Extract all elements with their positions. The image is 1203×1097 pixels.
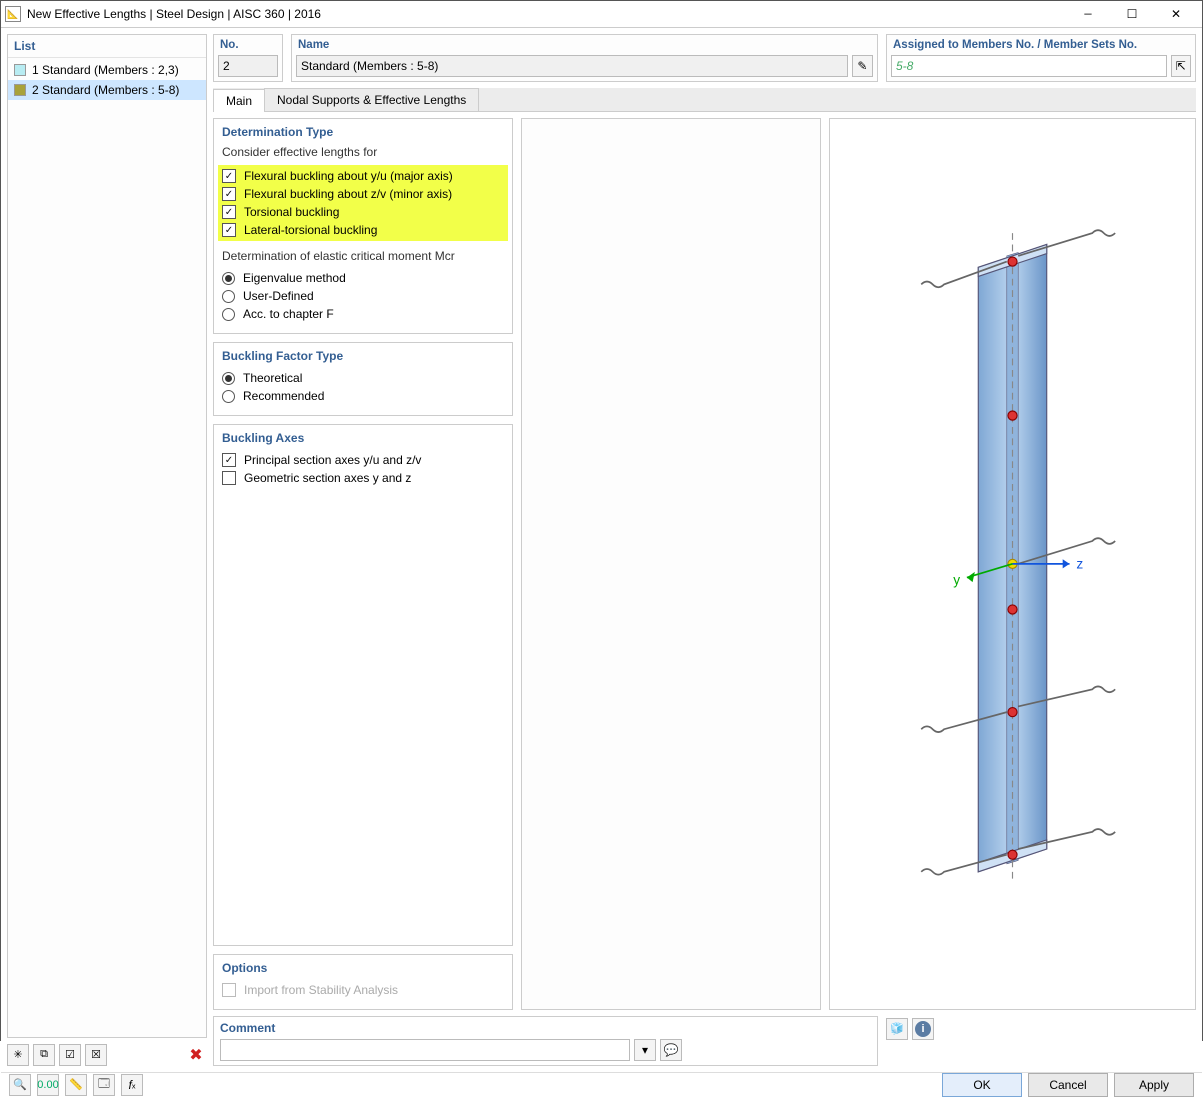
comment-dropdown-icon[interactable]: ▾ [634,1039,656,1061]
tab-bar: Main Nodal Supports & Effective Lengths [213,88,1196,112]
checkbox-icon [222,983,236,997]
script-icon[interactable]: fₓ [121,1074,143,1096]
assigned-label: Assigned to Members No. / Member Sets No… [891,37,1191,55]
app-icon: 📐 [5,6,21,22]
axis-y-label: y [953,572,960,587]
standard-icon[interactable]: 📏 [65,1074,87,1096]
radio-theoretical[interactable]: Theoretical [222,369,504,387]
options-title: Options [222,961,504,975]
new-icon[interactable]: ✳ [7,1044,29,1066]
radio-recommended[interactable]: Recommended [222,387,504,405]
radio-icon [222,290,235,303]
preview-3d[interactable]: z y [829,118,1196,1010]
dialog-window: 📐 New Effective Lengths | Steel Design |… [0,0,1203,1041]
radio-icon [222,390,235,403]
mcr-label: Determination of elastic critical moment… [222,249,504,263]
checkbox-icon [222,223,236,237]
copy-icon[interactable]: ⧉ [33,1044,55,1066]
list-toolbar: ✳ ⧉ ☑ ☒ ✖ [7,1042,207,1066]
consider-label: Consider effective lengths for [222,145,504,159]
determination-title: Determination Type [222,125,504,139]
radio-user-defined[interactable]: User-Defined [222,287,504,305]
comment-title: Comment [220,1021,871,1035]
checkbox-icon [222,187,236,201]
list-item-swatch [14,84,26,96]
checkbox-icon [222,169,236,183]
options-group: Options Import from Stability Analysis [213,954,513,1010]
radio-icon [222,372,235,385]
name-input[interactable] [296,55,848,77]
buckling-axes-title: Buckling Axes [222,431,504,445]
preview-tool-2-icon[interactable]: i [912,1018,934,1040]
list-item-label: 1 Standard (Members : 2,3) [32,63,179,77]
checkbox-icon [222,205,236,219]
assigned-field-group: Assigned to Members No. / Member Sets No… [886,34,1196,82]
delete-icon[interactable]: ✖ [185,1044,207,1066]
minimize-button[interactable]: — [1066,1,1110,27]
list-item[interactable]: 2 Standard (Members : 5-8) [8,80,206,100]
list-item-label: 2 Standard (Members : 5-8) [32,83,179,97]
check-import-stability: Import from Stability Analysis [222,981,504,999]
checkbox-icon [222,453,236,467]
apply-button[interactable]: Apply [1114,1073,1194,1097]
comment-input[interactable] [220,1039,630,1061]
check-geometric-axes[interactable]: Geometric section axes y and z [222,469,504,487]
radio-eigenvalue[interactable]: Eigenvalue method [222,269,504,287]
preview-tool-1-icon[interactable]: 🧊 [886,1018,908,1040]
pick-members-icon[interactable]: ⇱ [1171,55,1191,77]
titlebar: 📐 New Effective Lengths | Steel Design |… [1,1,1202,28]
name-label: Name [296,37,873,55]
check-principal-axes[interactable]: Principal section axes y/u and z/v [222,451,504,469]
window-title: New Effective Lengths | Steel Design | A… [27,7,1066,21]
check-torsional[interactable]: Torsional buckling [222,203,504,221]
dialog-footer: 🔍 0.00 📏 🗔 fₓ OK Cancel Apply [1,1072,1202,1097]
help-icon[interactable]: 🔍 [9,1074,31,1096]
cancel-button[interactable]: Cancel [1028,1073,1108,1097]
buckling-factor-title: Buckling Factor Type [222,349,504,363]
check-all-icon[interactable]: ☑ [59,1044,81,1066]
list-item[interactable]: 1 Standard (Members : 2,3) [8,60,206,80]
uncheck-all-icon[interactable]: ☒ [85,1044,107,1066]
check-flexural-yu[interactable]: Flexural buckling about y/u (major axis) [222,167,504,185]
settings-icon[interactable]: 🗔 [93,1074,115,1096]
name-field-group: Name ✎ [291,34,878,82]
axis-z-label: z [1076,556,1083,571]
units-icon[interactable]: 0.00 [37,1074,59,1096]
list-body: 1 Standard (Members : 2,3) 2 Standard (M… [8,58,206,1037]
middle-empty-panel [521,118,821,1010]
buckling-axes-group: Buckling Axes Principal section axes y/u… [213,424,513,946]
no-label: No. [218,37,278,55]
radio-icon [222,272,235,285]
list-header: List [8,35,206,58]
check-lateral-torsional[interactable]: Lateral-torsional buckling [222,221,504,239]
tab-nodal[interactable]: Nodal Supports & Effective Lengths [264,88,479,111]
comment-extra-icon[interactable]: 💬 [660,1039,682,1061]
list-item-swatch [14,64,26,76]
ok-button[interactable]: OK [942,1073,1022,1097]
no-input[interactable] [218,55,278,77]
close-button[interactable]: ✕ [1154,1,1198,27]
maximize-button[interactable]: ☐ [1110,1,1154,27]
edit-name-icon[interactable]: ✎ [852,55,873,77]
radio-icon [222,308,235,321]
assigned-input[interactable] [891,55,1167,77]
tab-main[interactable]: Main [213,89,265,112]
determination-type-group: Determination Type Consider effective le… [213,118,513,334]
no-field-group: No. [213,34,283,82]
buckling-factor-group: Buckling Factor Type Theoretical Recomme… [213,342,513,416]
checkbox-icon [222,471,236,485]
radio-chapter-f[interactable]: Acc. to chapter F [222,305,504,323]
check-flexural-zv[interactable]: Flexural buckling about z/v (minor axis) [222,185,504,203]
